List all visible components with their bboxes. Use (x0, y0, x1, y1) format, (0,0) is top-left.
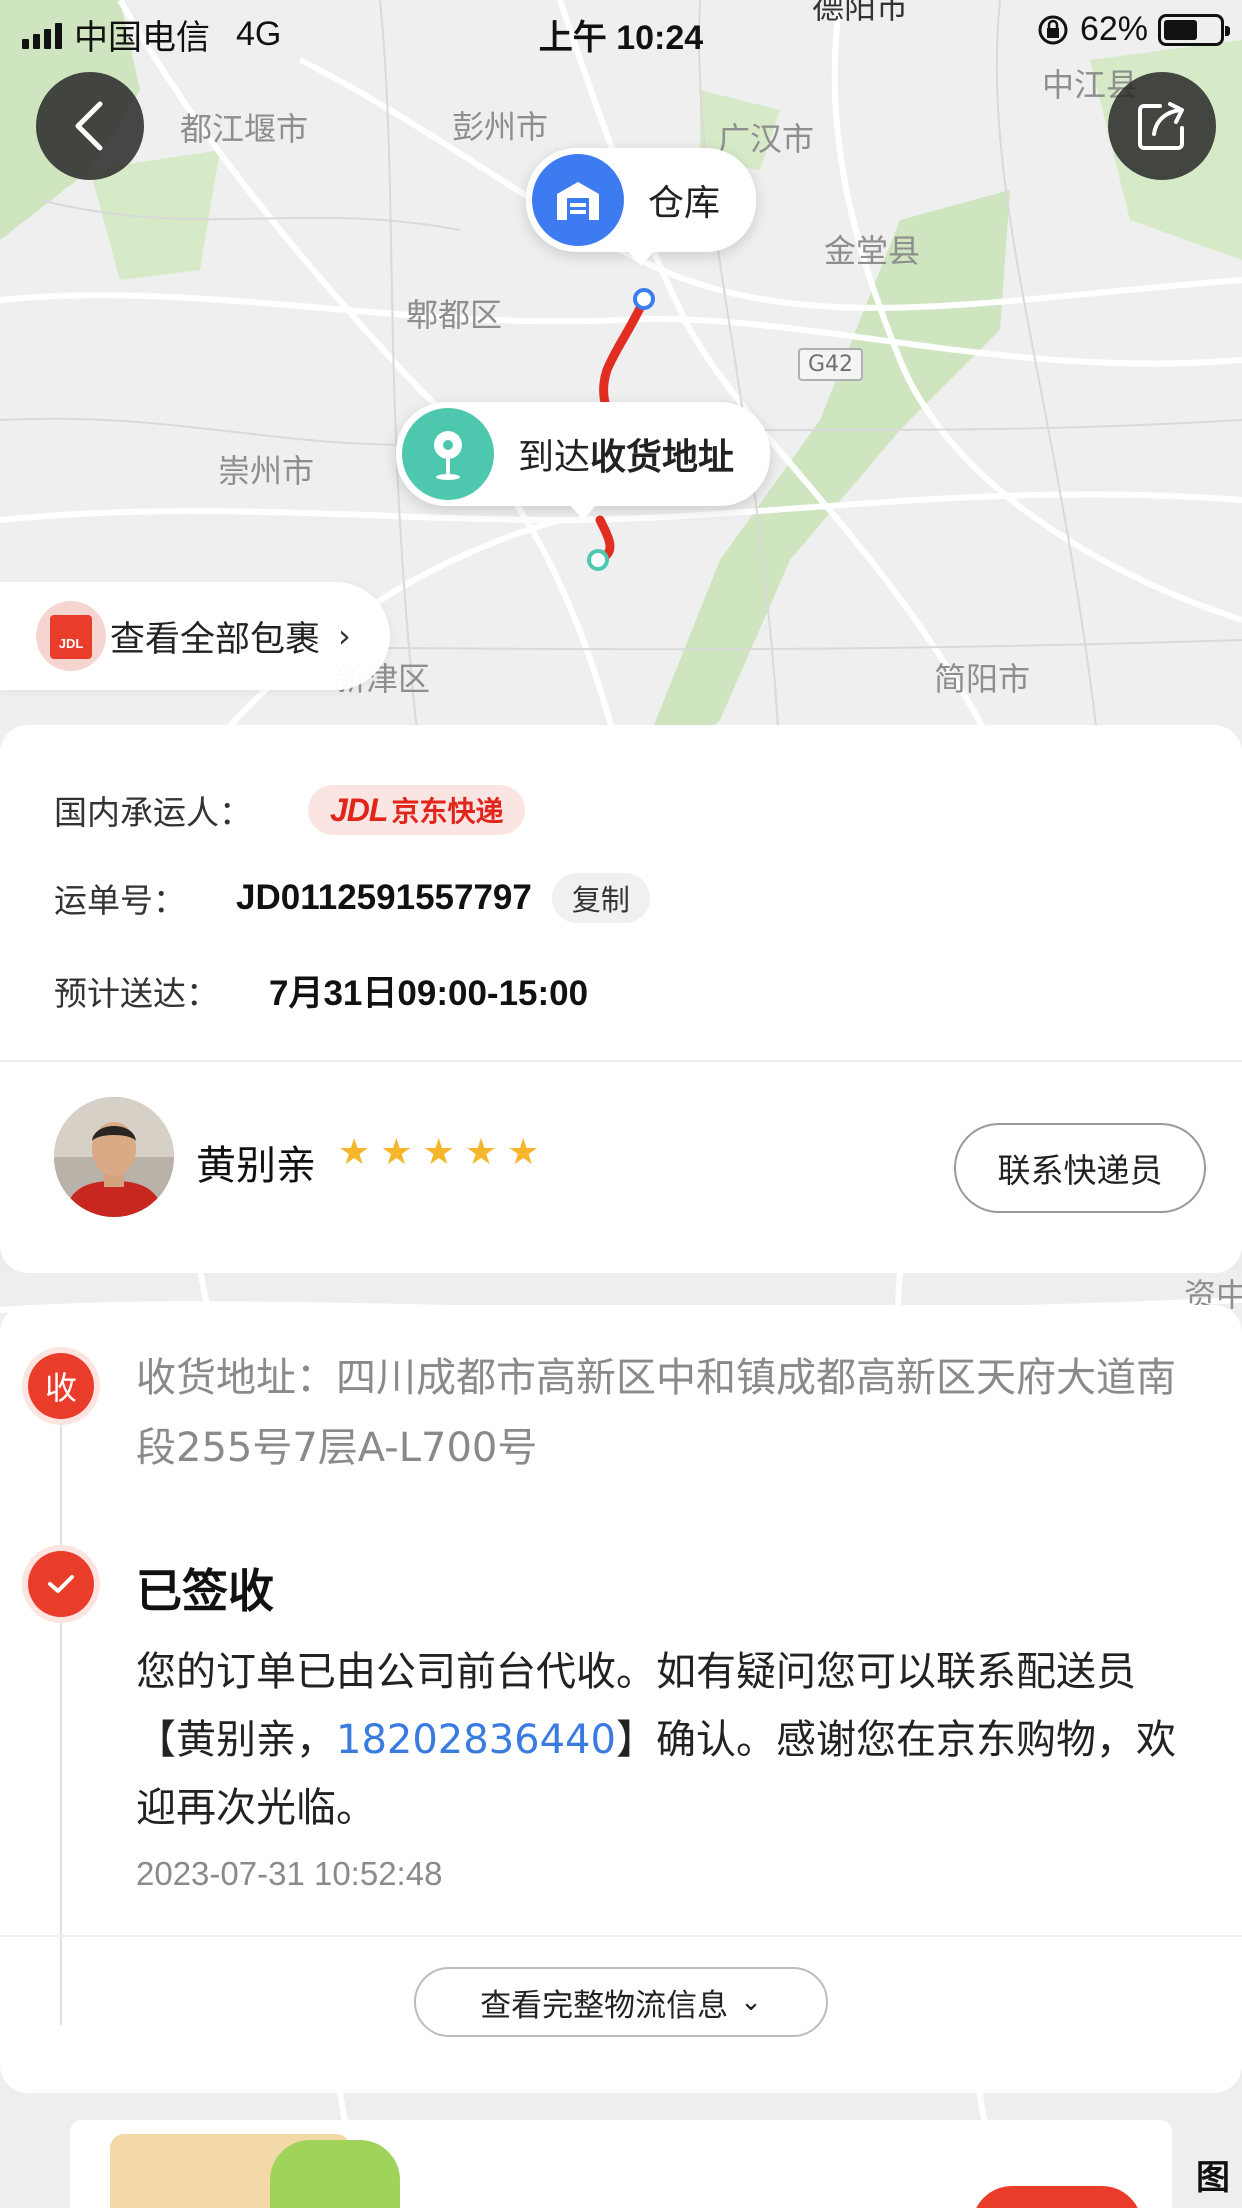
chevron-left-icon (75, 101, 103, 151)
view-all-packages-button[interactable]: JDL 查看全部包裹 › (0, 582, 390, 690)
location-pin-icon (402, 408, 494, 500)
waybill-label: 运单号： (54, 881, 186, 920)
eta-row: 预计送达： 7月31日09:00-15:00 (54, 965, 588, 1016)
signed-timestamp: 2023-07-31 10:52:48 (136, 1855, 443, 1892)
chevron-right-icon: › (338, 617, 351, 655)
destination-label: 到达收货地址 (518, 437, 735, 478)
view-full-logistics-label: 查看完整物流信息 (480, 1987, 729, 2024)
battery-icon (1158, 13, 1230, 46)
courier-phone-link[interactable]: 18202836440 (336, 1717, 616, 1763)
carrier-badge: JDL 京东快递 (308, 785, 526, 835)
destination-marker[interactable]: 到达收货地址 (396, 402, 771, 520)
courier-rating: ★ ★ ★ ★ ★ (338, 1135, 539, 1171)
star-icon: ★ (380, 1132, 413, 1173)
divider (0, 1060, 1242, 1062)
map-city-label: 金堂县 (824, 232, 921, 270)
check-icon (28, 1551, 94, 1617)
signed-status-title: 已签收 (136, 1564, 274, 1618)
divider (0, 1935, 1242, 1937)
back-button[interactable] (36, 72, 144, 180)
promo-image-leaf (270, 2140, 400, 2208)
waybill-row: 运单号： JD0112591557797 复制 (54, 873, 650, 923)
signed-status-description: 您的订单已由公司前台代收。如有疑问您可以联系配送员【黄别亲，1820283644… (136, 1649, 1176, 1831)
promo-banner[interactable] (70, 2120, 1172, 2208)
warehouse-icon (532, 154, 624, 246)
share-button[interactable] (1108, 72, 1216, 180)
contact-courier-button[interactable]: 联系快递员 (954, 1123, 1206, 1213)
star-icon: ★ (507, 1132, 540, 1173)
tracking-card: 收 收货地址：四川成都市高新区中和镇成都高新区天府大道南段255号7层A-L70… (0, 1305, 1242, 2093)
warehouse-label: 仓库 (648, 183, 721, 224)
promo-action-button[interactable] (972, 2186, 1142, 2208)
star-icon: ★ (338, 1132, 371, 1173)
eta-value: 7月31日09:00-15:00 (269, 974, 589, 1013)
view-all-packages-label: 查看全部包裹 (110, 619, 321, 660)
warehouse-marker[interactable]: 仓库 (526, 148, 757, 266)
status-bar: 中国电信 4G 上午 10:24 62% (0, 0, 1242, 62)
map-city-label: 简阳市 (934, 660, 1031, 698)
map-view[interactable]: 德阳市 都江堰市 彭州市 广汉市 中江县 金堂县 郫都区 崇州市 新津区 简阳市… (0, 0, 1242, 760)
road-badge: G42 (798, 348, 864, 381)
package-icon: JDL (36, 601, 106, 671)
carrier-label: 国内承运人： (54, 793, 252, 832)
timeline-line (60, 1395, 62, 2025)
view-full-logistics-button[interactable]: 查看完整物流信息 ⌄ (414, 1967, 828, 2037)
carrier-row: 国内承运人： JDL 京东快递 (54, 785, 526, 835)
star-icon: ★ (464, 1132, 498, 1173)
battery-percent: 62% (1079, 10, 1148, 48)
map-city-label: 彭州市 (452, 108, 549, 146)
star-icon: ★ (422, 1132, 455, 1173)
chevron-down-icon: ⌄ (740, 1987, 762, 2017)
map-legend-label: 图 (1196, 2158, 1230, 2198)
eta-label: 预计送达： (54, 973, 219, 1013)
map-city-label: 都江堰市 (180, 110, 309, 148)
copy-button[interactable]: 复制 (551, 873, 650, 923)
courier-name: 黄别亲 (196, 1143, 316, 1189)
waybill-number: JD0112591557797 (236, 878, 532, 917)
jdl-logo: JDL (330, 791, 388, 828)
map-city-label: 广汉市 (718, 120, 815, 158)
receive-badge: 收 (28, 1353, 94, 1419)
rotation-lock-icon (1038, 15, 1068, 44)
delivery-address: 收货地址：四川成都市高新区中和镇成都高新区天府大道南段255号7层A-L700号 (136, 1355, 1176, 1471)
map-city-label: 崇州市 (218, 452, 315, 490)
shipment-card: 国内承运人： JDL 京东快递 运单号： JD0112591557797 复制 … (0, 725, 1242, 1273)
share-icon (1138, 102, 1184, 150)
map-city-label: 郫都区 (406, 296, 503, 334)
carrier-name-label: 京东快递 (391, 796, 504, 827)
courier-avatar[interactable] (54, 1097, 174, 1217)
